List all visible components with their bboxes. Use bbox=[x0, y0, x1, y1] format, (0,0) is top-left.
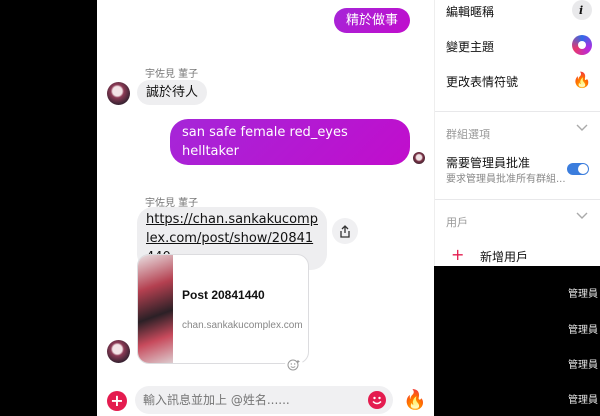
smiley-icon bbox=[372, 396, 382, 405]
plus-icon: + bbox=[110, 391, 124, 410]
preview-title: Post 20841440 bbox=[182, 288, 265, 302]
message-text: san safe female red_eyes helltaker bbox=[182, 125, 348, 159]
message-incoming[interactable]: 誠於待人 bbox=[137, 80, 208, 105]
divider bbox=[435, 199, 600, 200]
fire-emoji-button[interactable]: 🔥 bbox=[403, 388, 427, 411]
left-blank-area bbox=[0, 0, 97, 416]
conversation-settings-panel: 編輯暱稱 i 變更主題 更改表情符號 🔥 群組選項 需要管理員批准 要求管理員批… bbox=[434, 0, 600, 266]
sidebar-item-label: 更改表情符號 bbox=[446, 75, 519, 89]
share-icon bbox=[340, 224, 350, 238]
approval-setting-description: 要求管理員批准所有群組... bbox=[446, 174, 566, 185]
approval-setting-title: 需要管理員批准 bbox=[446, 156, 531, 170]
message-text: 精於做事 bbox=[345, 13, 398, 28]
admin-tag: 管理員 bbox=[568, 289, 598, 300]
fire-emoji-icon: 🔥 bbox=[572, 71, 592, 89]
avatar[interactable] bbox=[107, 82, 130, 105]
smiley-plus-icon bbox=[287, 359, 300, 371]
link-preview-card[interactable]: Post 20841440 chan.sankakucomplex.com bbox=[137, 254, 309, 364]
add-member-button[interactable]: + 新增用戶 bbox=[446, 245, 596, 266]
chevron-down-icon[interactable] bbox=[576, 124, 588, 135]
divider bbox=[435, 111, 600, 112]
plus-icon: + bbox=[451, 245, 465, 264]
plus-button[interactable]: + bbox=[107, 391, 127, 411]
fire-icon: 🔥 bbox=[403, 389, 427, 411]
message-outgoing[interactable]: san safe female red_eyes helltaker bbox=[170, 119, 410, 165]
chat-panel: 精於做事 宇佐見 菫子 誠於待人 san safe female red_eye… bbox=[97, 0, 434, 416]
approval-toggle[interactable] bbox=[567, 163, 589, 175]
sender-name: 宇佐見 菫子 bbox=[145, 69, 199, 80]
message-text: 誠於待人 bbox=[146, 85, 199, 100]
pencil-icon: i bbox=[572, 0, 592, 20]
section-title-members[interactable]: 用戶 bbox=[446, 214, 468, 230]
admin-tag: 管理員 bbox=[568, 360, 598, 371]
admin-tag: 管理員 bbox=[568, 325, 598, 336]
svg-text:i: i bbox=[579, 4, 583, 16]
chevron-down-icon[interactable] bbox=[576, 212, 588, 223]
share-button[interactable] bbox=[332, 218, 358, 244]
add-reaction-button[interactable] bbox=[285, 357, 303, 373]
add-member-label: 新增用戶 bbox=[480, 250, 529, 264]
seen-avatar bbox=[413, 152, 425, 164]
preview-domain: chan.sankakucomplex.com bbox=[182, 320, 303, 331]
emoji-button[interactable] bbox=[368, 391, 386, 409]
admin-tag: 管理員 bbox=[568, 395, 598, 406]
preview-thumbnail bbox=[138, 255, 173, 363]
message-input[interactable] bbox=[135, 386, 393, 414]
theme-icon bbox=[572, 35, 592, 55]
member-list-area: 管理員 管理員 管理員 管理員 bbox=[434, 266, 600, 416]
composer: + 🔥 bbox=[97, 384, 434, 416]
message-outgoing[interactable]: 精於做事 bbox=[333, 8, 410, 33]
section-title-group-options[interactable]: 群組選項 bbox=[446, 126, 490, 142]
avatar[interactable] bbox=[107, 340, 130, 363]
sidebar-item-label: 編輯暱稱 bbox=[446, 5, 495, 19]
sidebar-item-label: 變更主題 bbox=[446, 40, 495, 54]
